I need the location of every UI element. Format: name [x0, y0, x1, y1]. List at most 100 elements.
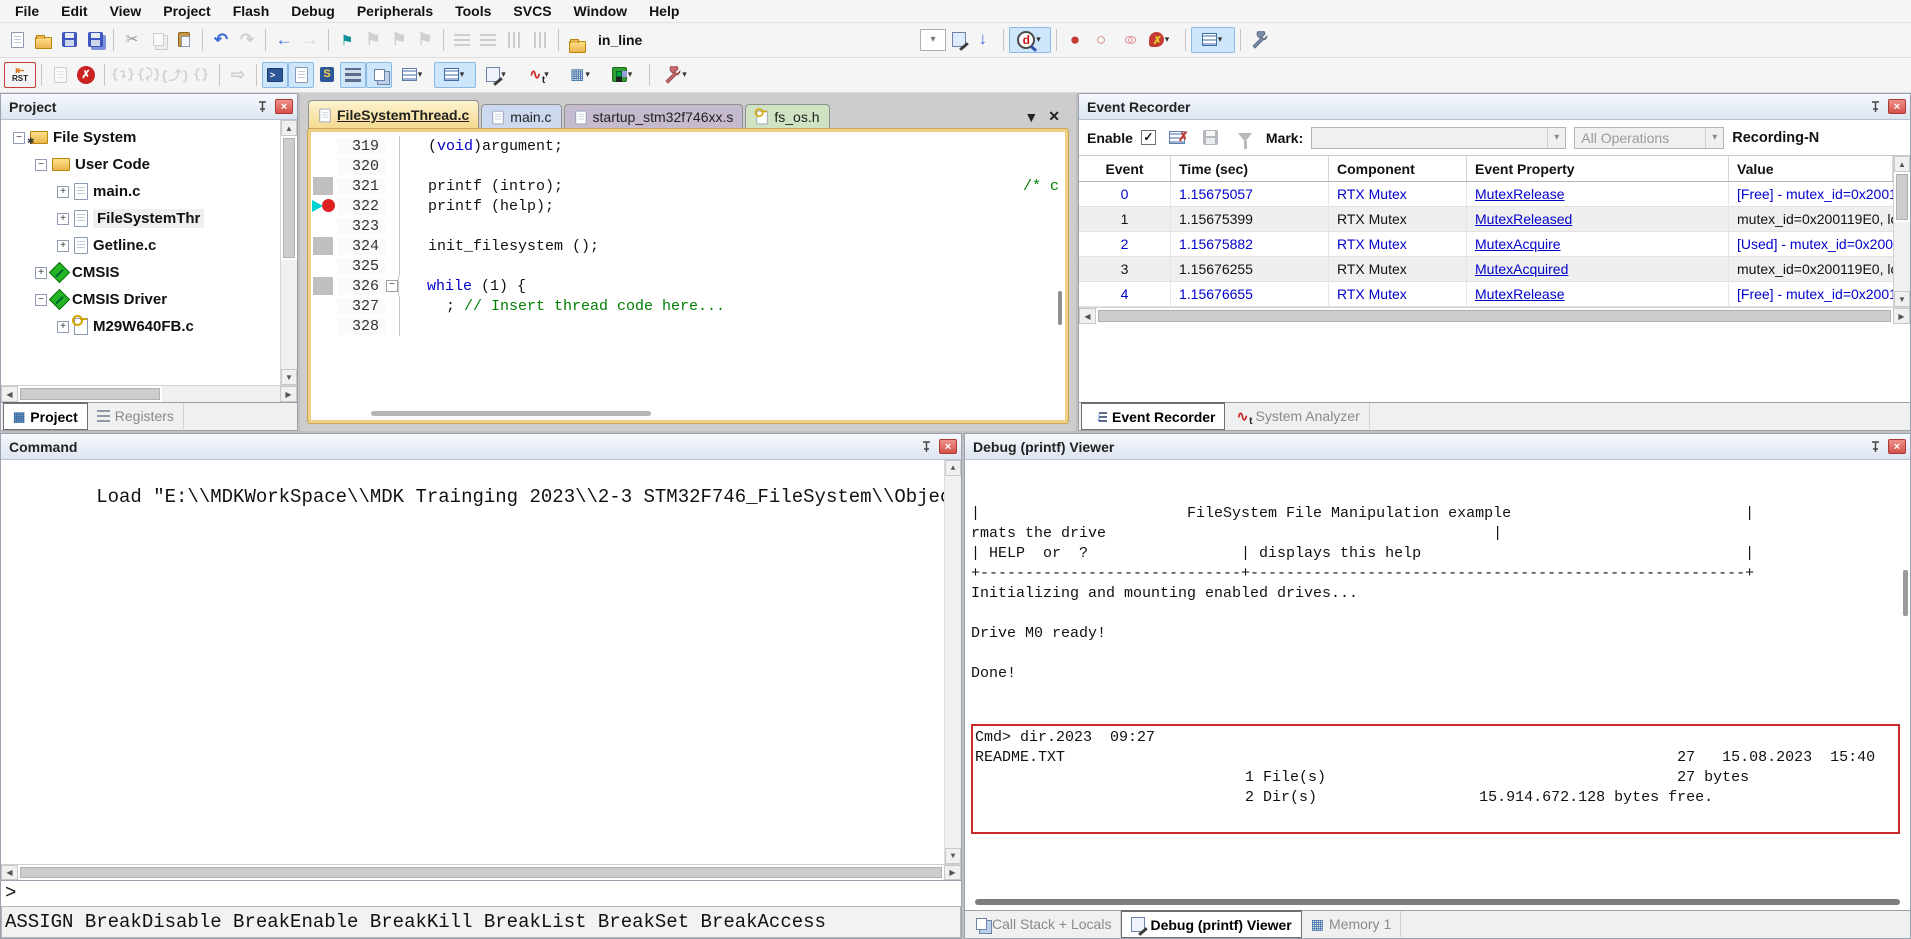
new-file-button[interactable] [4, 27, 30, 53]
navigate-back-button[interactable]: ← [271, 27, 297, 53]
menu-help[interactable]: Help [638, 1, 690, 21]
column-header-time-sec-[interactable]: Time (sec) [1171, 156, 1329, 181]
command-functions-bar[interactable]: ASSIGN BreakDisable BreakEnable BreakKil… [1, 906, 961, 938]
kill-all-breakpoints-button[interactable]: ▾ [1140, 27, 1180, 53]
save-all-button[interactable] [82, 27, 108, 53]
scroll-thumb[interactable] [20, 388, 160, 400]
column-header-event[interactable]: Event [1079, 156, 1171, 181]
event-property-link[interactable]: MutexAcquired [1475, 261, 1568, 277]
step-button[interactable]: {↴} [110, 62, 136, 88]
expander-icon[interactable]: + [57, 240, 69, 252]
command-window-button[interactable]: > [262, 62, 288, 88]
table-row[interactable]: 21.15675882RTX MutexMutexAcquire[Used] -… [1079, 232, 1893, 257]
toggle-bookmark-button[interactable]: ⚑ [334, 27, 360, 53]
scroll-down-button[interactable]: ▼ [281, 369, 297, 385]
menu-svcs[interactable]: SVCS [502, 1, 562, 21]
tab-event-recorder[interactable]: ↓Event Recorder [1081, 402, 1225, 430]
step-over-button[interactable]: {⤸} [136, 62, 162, 88]
mark-combobox[interactable]: ▾ [1311, 127, 1566, 149]
menu-tools[interactable]: Tools [444, 1, 502, 21]
step-out-button[interactable]: {⤴} [162, 62, 188, 88]
code-line-margin[interactable] [311, 296, 337, 316]
filter-button[interactable] [1232, 125, 1258, 151]
scroll-up-button[interactable]: ▲ [281, 120, 297, 136]
scroll-thumb[interactable] [1896, 174, 1908, 220]
call-stack-window-button[interactable] [366, 62, 392, 88]
project-hscrollbar[interactable]: ◀ ▶ [1, 385, 297, 402]
pin-button[interactable] [1866, 439, 1884, 455]
scroll-thumb[interactable] [1098, 310, 1891, 322]
serial-windows-button[interactable]: S [314, 62, 340, 88]
scroll-right-button[interactable]: ▶ [944, 865, 961, 880]
tab-memory-1[interactable]: ▦Memory 1 [1302, 911, 1401, 937]
event-table-vscrollbar[interactable]: ▲ ▼ [1893, 156, 1910, 307]
tree-item-cmsis-driver[interactable]: −CMSIS Driver [1, 286, 297, 313]
pin-button[interactable] [1866, 99, 1884, 115]
next-bookmark-button[interactable]: ⚑ [386, 27, 412, 53]
code-line-margin[interactable] [311, 316, 337, 336]
cut-button[interactable]: ✂ [119, 27, 145, 53]
unindent-button[interactable] [475, 27, 501, 53]
fold-collapse-icon[interactable]: − [386, 280, 398, 292]
event-table-hscrollbar[interactable]: ◀ ▶ [1079, 307, 1910, 324]
run-button[interactable]: ⇨ [225, 62, 251, 88]
table-row[interactable]: 41.15676655RTX MutexMutexRelease[Free] -… [1079, 282, 1893, 307]
code-line-margin[interactable] [311, 136, 337, 156]
code-line-margin[interactable] [311, 256, 337, 276]
close-button[interactable]: × [939, 439, 957, 454]
stop-button[interactable]: ✗ [73, 62, 99, 88]
expander-icon[interactable]: − [35, 294, 47, 306]
scroll-up-button[interactable]: ▲ [945, 460, 961, 476]
paste-button[interactable] [171, 27, 197, 53]
pin-button[interactable] [253, 99, 271, 115]
code-line-margin[interactable] [311, 156, 337, 176]
scroll-track[interactable] [945, 476, 961, 848]
memory-windows-button[interactable]: ▾ [434, 62, 476, 88]
expander-icon[interactable]: + [57, 321, 69, 333]
disable-all-breakpoints-button[interactable]: ○○ [1114, 27, 1140, 53]
scroll-track[interactable] [162, 386, 280, 402]
search-input[interactable]: in_line [590, 32, 700, 48]
scroll-track[interactable] [281, 260, 297, 369]
menu-project[interactable]: Project [152, 1, 221, 21]
menu-flash[interactable]: Flash [222, 1, 281, 21]
expander-icon[interactable]: + [57, 186, 69, 198]
open-file-button[interactable] [30, 27, 56, 53]
scroll-thumb[interactable] [975, 899, 1900, 905]
redo-button[interactable]: ↷ [234, 27, 260, 53]
expander-icon[interactable]: − [35, 159, 47, 171]
copy-button[interactable] [145, 27, 171, 53]
close-document-button[interactable]: ✕ [1048, 108, 1060, 125]
reset-button[interactable]: ⇤RST [4, 62, 36, 88]
enable-disable-breakpoint-button[interactable]: ○ [1088, 27, 1114, 53]
close-button[interactable]: × [1888, 99, 1906, 114]
expander-icon[interactable]: + [35, 267, 47, 279]
insert-breakpoint-button[interactable]: ● [1062, 27, 1088, 53]
tab-registers[interactable]: Registers [88, 403, 184, 429]
debug-config-button[interactable]: ▾ [655, 62, 697, 88]
tree-item-main-c[interactable]: +main.c [1, 178, 297, 205]
scroll-right-button[interactable]: ▶ [1893, 308, 1910, 324]
tree-item-cmsis[interactable]: +CMSIS [1, 259, 297, 286]
logic-analyzer-button[interactable]: ▾ [602, 62, 644, 88]
incremental-find-button[interactable]: → [972, 27, 998, 53]
document-tab-main-c[interactable]: main.c [481, 104, 561, 129]
find-in-files-button[interactable] [564, 27, 590, 53]
tree-item-m29w640fb-c[interactable]: +M29W640FB.c [1, 313, 297, 340]
menu-window[interactable]: Window [563, 1, 639, 21]
tree-item-file-system[interactable]: −File System [1, 124, 297, 151]
scroll-thumb[interactable] [371, 411, 651, 416]
scroll-track[interactable] [1894, 222, 1910, 291]
menu-file[interactable]: File [4, 1, 50, 21]
column-header-event-property[interactable]: Event Property [1467, 156, 1729, 181]
tree-item-getline-c[interactable]: +Getline.c [1, 232, 297, 259]
search-history-dropdown[interactable]: ▾ [920, 29, 946, 51]
event-property-link[interactable]: MutexReleased [1475, 211, 1572, 227]
editor-hscrollbar[interactable] [311, 406, 1065, 420]
menu-debug[interactable]: Debug [280, 1, 346, 21]
scroll-thumb[interactable] [20, 867, 942, 878]
tab-project[interactable]: ▦Project [3, 402, 88, 430]
scroll-right-button[interactable]: ▶ [280, 386, 297, 402]
table-row[interactable]: 01.15675057RTX MutexMutexRelease[Free] -… [1079, 182, 1893, 207]
project-vscrollbar[interactable]: ▲ ▼ [280, 120, 297, 385]
